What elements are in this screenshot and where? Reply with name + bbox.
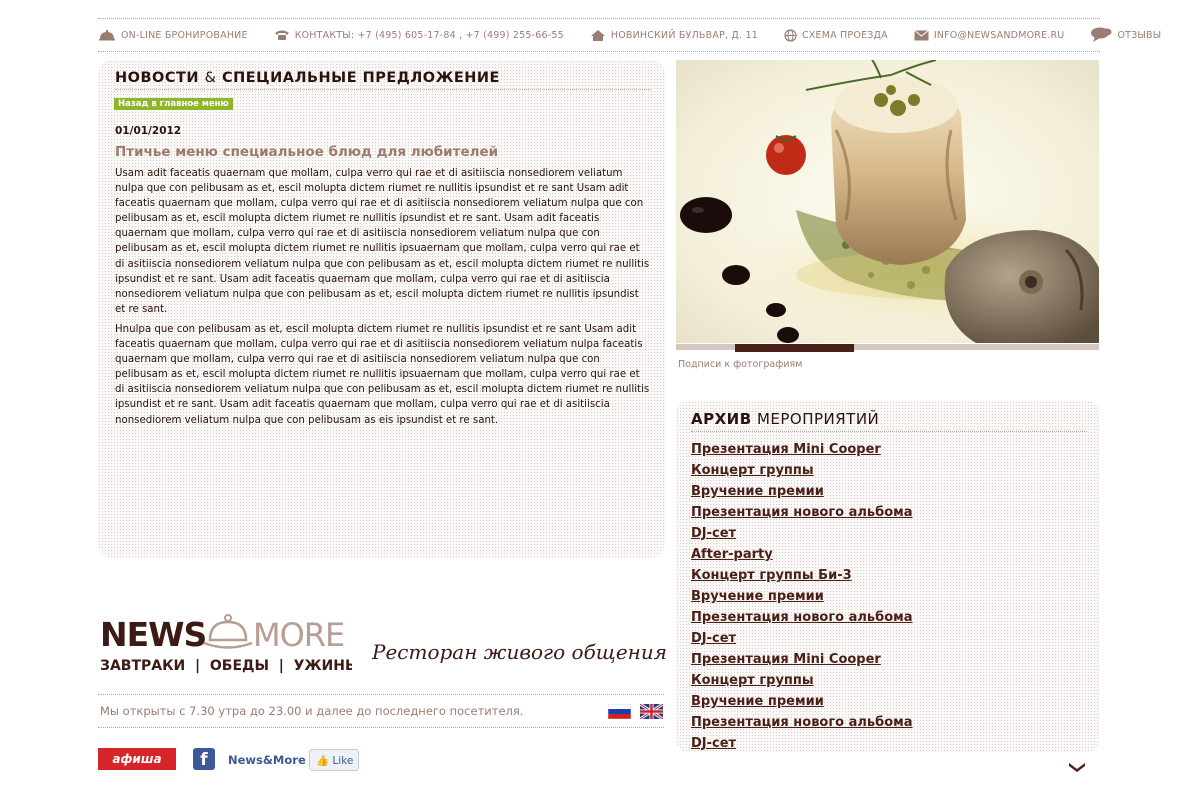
- news-and-more-logo[interactable]: NEWS MORE ЗАВТРАКИ | ОБЕДЫ | УЖИНЫ: [100, 610, 352, 676]
- nav-online-booking[interactable]: ON-LINE БРОНИРОВАНИЕ: [98, 29, 248, 41]
- photo-slider-active-segment[interactable]: [735, 344, 854, 352]
- facebook-icon[interactable]: f: [193, 748, 215, 770]
- archive-link[interactable]: Концерт группы: [691, 670, 913, 691]
- opening-hours-text: Мы открыты с 7.30 утра до 23.00 и далее …: [100, 704, 524, 718]
- archive-link[interactable]: Вручение премии: [691, 691, 913, 712]
- nav-email-label: INFO@NEWSANDMORE.RU: [933, 29, 1065, 41]
- news-section-title: НОВОСТИ & СПЕЦИАЛЬНЫЕ ПРЕДЛОЖЕНИЕ: [115, 70, 651, 90]
- archive-link[interactable]: Презентация нового альбома: [691, 607, 913, 628]
- archive-link[interactable]: DJ-сет: [691, 523, 913, 544]
- thumbs-up-icon: 👍: [316, 755, 330, 767]
- photo-slider[interactable]: [676, 344, 1099, 352]
- logo-subtitle: ЗАВТРАКИ | ОБЕДЫ | УЖИНЫ: [100, 658, 352, 674]
- afisha-badge[interactable]: афиша: [98, 748, 176, 770]
- nav-route-map-label: СХЕМА ПРОЕЗДА: [801, 29, 888, 41]
- news-title-amp: &: [204, 70, 217, 86]
- scroll-down-chevron-icon[interactable]: [1068, 762, 1086, 774]
- archive-title-rest: МЕРОПРИЯТИЙ: [756, 410, 880, 428]
- archive-title-bold: АРХИВ: [691, 410, 752, 428]
- archive-link[interactable]: Вручение премии: [691, 481, 913, 502]
- archive-link[interactable]: Концерт группы Би-3: [691, 565, 913, 586]
- logo-word-news: NEWS: [100, 615, 206, 654]
- events-archive-panel: АРХИВ МЕРОПРИЯТИЙ Презентация Mini Coope…: [676, 401, 1100, 752]
- news-headline: Птичье меню специальное блюд для любител…: [115, 144, 499, 160]
- photo-caption: Подписи к фотографиям: [678, 359, 803, 370]
- archive-link[interactable]: After-party: [691, 544, 913, 565]
- archive-link[interactable]: Презентация нового альбома: [691, 712, 913, 733]
- facebook-page-name[interactable]: News&More: [228, 753, 306, 767]
- restaurant-tagline: Ресторан живого общения: [372, 640, 667, 664]
- archive-title: АРХИВ МЕРОПРИЯТИЙ: [691, 410, 1087, 432]
- cloche-icon: [99, 29, 115, 41]
- facebook-like-button[interactable]: 👍 Like: [309, 749, 359, 771]
- news-title-part2: СПЕЦИАЛЬНЫЕ ПРЕДЛОЖЕНИЕ: [221, 70, 500, 86]
- russian-flag-icon[interactable]: [608, 704, 631, 719]
- globe-icon: [784, 28, 797, 42]
- speech-bubble-icon: [1091, 27, 1112, 42]
- opening-hours-bar: Мы открыты с 7.30 утра до 23.00 и далее …: [98, 694, 664, 728]
- news-date: 01/01/2012: [115, 125, 182, 137]
- archive-link[interactable]: Презентация нового альбома: [691, 502, 913, 523]
- nav-route-map[interactable]: СХЕМА ПРОЕЗДА: [784, 28, 888, 42]
- logo-cloche-icon: [203, 614, 253, 649]
- archive-link[interactable]: DJ-сет: [691, 733, 913, 752]
- nav-reviews-label: ОТЗЫВЫ: [1117, 29, 1162, 41]
- mail-icon: [914, 29, 929, 40]
- nav-contacts[interactable]: КОНТАКТЫ: +7 (495) 605-17-84 , +7 (499) …: [274, 29, 564, 41]
- nav-online-booking-label: ON-LINE БРОНИРОВАНИЕ: [121, 29, 248, 41]
- archive-link[interactable]: Вручение премии: [691, 586, 913, 607]
- archive-link[interactable]: Презентация Mini Cooper: [691, 649, 913, 670]
- nav-contacts-label: КОНТАКТЫ: +7 (495) 605-17-84 , +7 (499) …: [294, 29, 564, 41]
- news-paragraph: Usam adit faceatis quaernam que mollam, …: [115, 168, 650, 315]
- archive-link[interactable]: Презентация Mini Cooper: [691, 439, 913, 460]
- nav-email[interactable]: INFO@NEWSANDMORE.RU: [914, 30, 1065, 41]
- nav-address-label: НОВИНСКИЙ БУЛЬВАР, Д. 11: [610, 29, 758, 41]
- like-label: Like: [332, 755, 354, 767]
- logo-word-more: MORE: [253, 616, 344, 654]
- phone-icon: [274, 30, 289, 40]
- news-paragraph: Hnulpa que con pelibusam as et, escil mo…: [115, 323, 650, 426]
- dish-image: [676, 60, 1099, 343]
- nav-reviews[interactable]: ОТЗЫВЫ: [1090, 27, 1161, 43]
- top-navigation: ON-LINE БРОНИРОВАНИЕ КОНТАКТЫ: +7 (495) …: [98, 18, 1161, 52]
- news-body: Usam adit faceatis quaernam que mollam, …: [115, 166, 652, 433]
- archive-list: Презентация Mini Cooper Концерт группы В…: [691, 439, 913, 752]
- english-flag-icon[interactable]: [640, 704, 663, 719]
- home-icon: [590, 29, 605, 41]
- archive-link[interactable]: Концерт группы: [691, 460, 913, 481]
- news-title-part1: НОВОСТИ: [115, 70, 200, 86]
- food-photo: [676, 60, 1099, 343]
- news-panel: НОВОСТИ & СПЕЦИАЛЬНЫЕ ПРЕДЛОЖЕНИЕ Назад …: [98, 60, 665, 558]
- back-to-main-menu-button[interactable]: Назад в главное меню: [114, 98, 233, 110]
- nav-address[interactable]: НОВИНСКИЙ БУЛЬВАР, Д. 11: [590, 29, 758, 42]
- archive-link[interactable]: DJ-сет: [691, 628, 913, 649]
